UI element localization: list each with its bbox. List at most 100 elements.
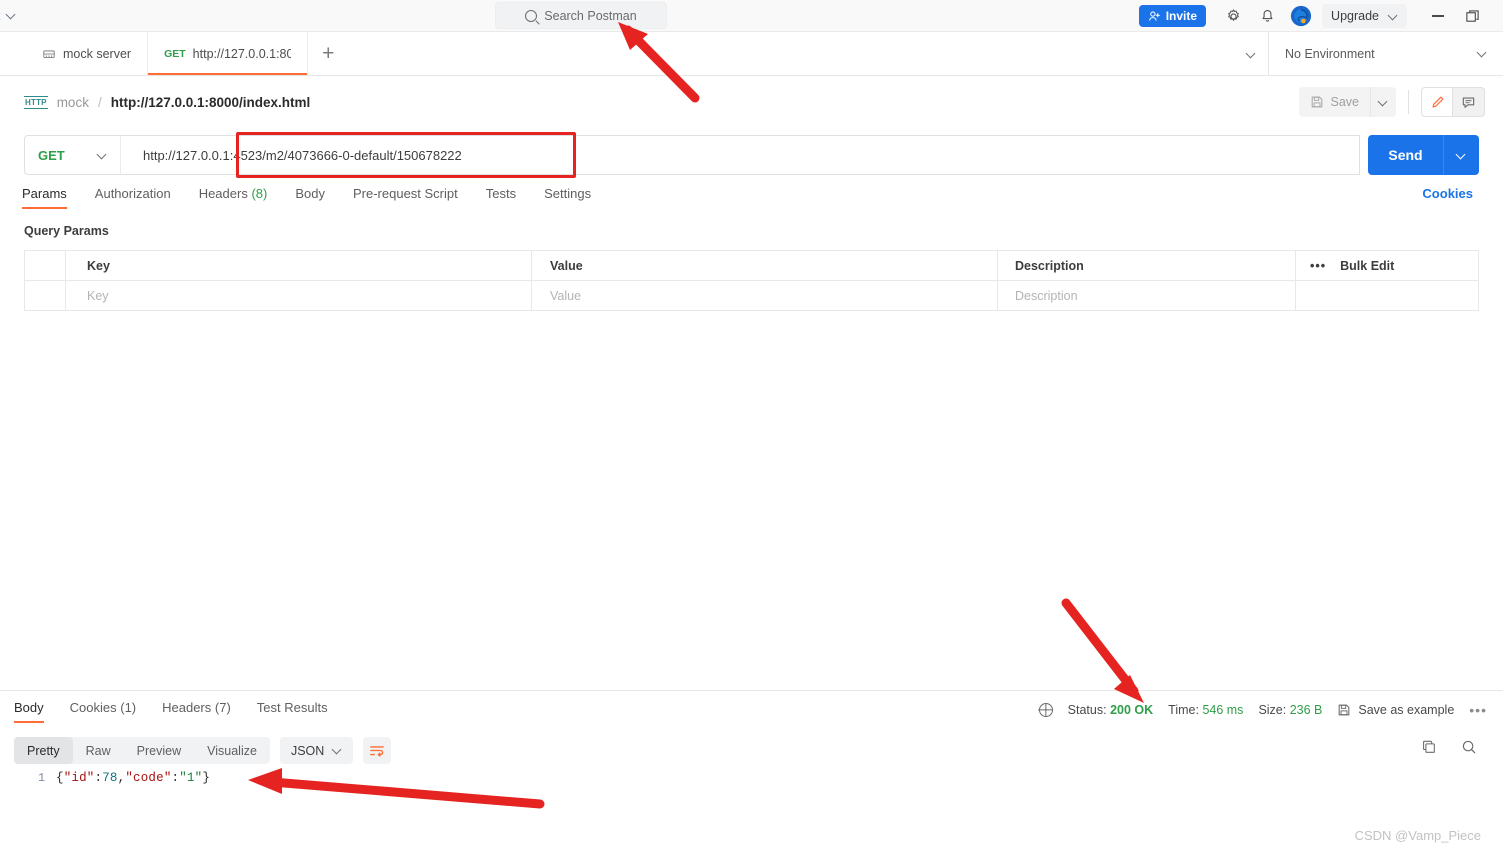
bulk-edit-button[interactable]: Bulk Edit bbox=[1340, 259, 1394, 273]
wrap-lines-button[interactable] bbox=[363, 737, 392, 764]
url-bar-row: GET http://127.0.0.1:4523/m2/4073666-0-d… bbox=[24, 132, 1479, 178]
breadcrumb-collection[interactable]: mock bbox=[57, 95, 89, 110]
code-line: 1 {"id":78,"code":"1"} bbox=[0, 768, 1503, 788]
request-tab-strip: mock server GET http://127.0.0.1:8000/in… bbox=[0, 32, 1503, 76]
tab-method-label: GET bbox=[164, 47, 186, 60]
globe-icon[interactable] bbox=[1038, 703, 1053, 717]
header-label: Description bbox=[1015, 258, 1084, 273]
time-value: 546 ms bbox=[1202, 703, 1244, 717]
environment-selector[interactable]: No Environment bbox=[1269, 32, 1503, 75]
response-tab-headers[interactable]: Headers (7) bbox=[149, 700, 244, 723]
response-tab-body[interactable]: Body bbox=[14, 700, 57, 723]
copy-button[interactable] bbox=[1421, 739, 1437, 755]
json-key-code: "code" bbox=[125, 771, 172, 785]
response-tabs: Body Cookies (1) Headers (7) Test Result… bbox=[14, 700, 341, 723]
language-selector[interactable]: JSON bbox=[279, 737, 354, 764]
size-label: Size: bbox=[1258, 703, 1287, 717]
save-options-button[interactable] bbox=[1370, 87, 1396, 117]
save-button[interactable]: Save bbox=[1298, 87, 1370, 117]
status-badge: Status: 200 OK bbox=[1068, 703, 1154, 717]
format-raw[interactable]: Raw bbox=[73, 737, 124, 764]
tab-settings[interactable]: Settings bbox=[530, 186, 605, 209]
tab-overflow-button[interactable] bbox=[1247, 32, 1256, 76]
tab-label: Cookies bbox=[69, 700, 117, 715]
size-value: 236 B bbox=[1289, 703, 1323, 717]
new-tab-button[interactable]: + bbox=[308, 32, 348, 75]
value-input[interactable]: Value bbox=[532, 281, 998, 310]
tab-pre-request-script[interactable]: Pre-request Script bbox=[339, 186, 472, 209]
tab-label: Test Results bbox=[256, 700, 328, 715]
json-value-id: 78 bbox=[102, 771, 118, 785]
invite-button[interactable]: Invite bbox=[1138, 5, 1207, 27]
tab-headers[interactable]: Headers (8) bbox=[185, 186, 282, 209]
save-icon bbox=[1339, 704, 1350, 716]
tab-tests[interactable]: Tests bbox=[472, 186, 530, 209]
header-label: Key bbox=[87, 258, 110, 273]
format-visualize[interactable]: Visualize bbox=[194, 737, 270, 764]
key-input[interactable]: Key bbox=[66, 281, 532, 310]
save-as-example-button[interactable]: Save as example bbox=[1337, 703, 1454, 717]
settings-button[interactable] bbox=[1220, 3, 1246, 29]
search-icon bbox=[525, 9, 538, 22]
tab-count: (1) bbox=[120, 700, 137, 715]
method-label: GET bbox=[38, 147, 65, 163]
json-key-id: "id" bbox=[63, 771, 95, 785]
search-body-button[interactable] bbox=[1461, 739, 1477, 755]
response-meta: Status: 200 OK Time: 546 ms Size: 236 B … bbox=[1038, 702, 1487, 718]
tab-label: Params bbox=[22, 186, 67, 201]
tab-count: (8) bbox=[251, 186, 268, 201]
format-toggle-group: Pretty Raw Preview Visualize bbox=[14, 737, 270, 764]
cookies-link[interactable]: Cookies bbox=[1422, 186, 1473, 201]
more-horizontal-icon[interactable]: ••• bbox=[1469, 702, 1487, 718]
column-header-description: Description bbox=[998, 251, 1295, 280]
method-selector[interactable]: GET bbox=[24, 135, 120, 175]
more-horizontal-icon[interactable]: ••• bbox=[1310, 259, 1326, 273]
send-button[interactable]: Send bbox=[1368, 135, 1443, 175]
tab-label: Headers bbox=[198, 186, 248, 201]
format-pretty[interactable]: Pretty bbox=[14, 737, 73, 764]
save-icon bbox=[1311, 96, 1322, 108]
person-add-icon bbox=[1148, 10, 1160, 21]
tab-params[interactable]: Params bbox=[22, 186, 81, 209]
window-minimize-button[interactable] bbox=[1421, 0, 1455, 32]
url-input[interactable]: http://127.0.0.1:4523/m2/4073666-0-defau… bbox=[120, 135, 1360, 175]
search-placeholder: Search Postman bbox=[544, 8, 637, 23]
watermark: CSDN @Vamp_Piece bbox=[1354, 828, 1481, 843]
notifications-button[interactable] bbox=[1254, 3, 1280, 29]
response-tab-cookies[interactable]: Cookies (1) bbox=[57, 700, 149, 723]
table-header-row: Key Value Description ••• Bulk Edit bbox=[25, 251, 1478, 281]
json-close-brace: } bbox=[202, 771, 211, 785]
tab-body[interactable]: Body bbox=[281, 186, 339, 209]
tab-label: Headers bbox=[162, 700, 212, 715]
tab-label: Tests bbox=[485, 186, 517, 201]
chevron-down-icon bbox=[333, 746, 342, 755]
request-config-tabs: Params Authorization Headers (8) Body Pr… bbox=[22, 186, 1481, 214]
value-placeholder: Value bbox=[550, 288, 582, 303]
upgrade-button[interactable]: Upgrade bbox=[1322, 4, 1407, 28]
comment-button[interactable] bbox=[1453, 87, 1485, 117]
response-divider[interactable] bbox=[0, 690, 1503, 691]
tab-http-request[interactable]: GET http://127.0.0.1:8000/inde bbox=[148, 32, 309, 75]
tab-authorization[interactable]: Authorization bbox=[81, 186, 185, 209]
send-label: Send bbox=[1388, 147, 1423, 163]
language-label: JSON bbox=[290, 743, 325, 758]
column-header-key: Key bbox=[66, 251, 532, 280]
maximize-icon bbox=[1465, 9, 1479, 22]
search-input[interactable]: Search Postman bbox=[495, 2, 667, 29]
tab-mock-server[interactable]: mock server bbox=[0, 32, 149, 75]
format-label: Preview bbox=[136, 743, 182, 758]
response-body-viewer[interactable]: 1 {"id":78,"code":"1"} bbox=[0, 768, 1503, 830]
send-options-button[interactable] bbox=[1443, 135, 1479, 175]
row-checkbox-cell[interactable] bbox=[25, 281, 66, 310]
pencil-icon bbox=[1431, 96, 1443, 108]
response-tab-test-results[interactable]: Test Results bbox=[244, 700, 341, 723]
format-preview[interactable]: Preview bbox=[124, 737, 194, 764]
avatar[interactable] bbox=[1288, 3, 1314, 29]
description-input[interactable]: Description bbox=[998, 281, 1295, 310]
row-actions bbox=[1295, 281, 1478, 310]
table-actions: ••• Bulk Edit bbox=[1295, 251, 1478, 280]
select-all-cell[interactable] bbox=[25, 251, 66, 280]
edit-button[interactable] bbox=[1421, 87, 1453, 117]
window-maximize-button[interactable] bbox=[1455, 0, 1489, 32]
workspace-dropdown[interactable]: k bbox=[0, 0, 16, 32]
